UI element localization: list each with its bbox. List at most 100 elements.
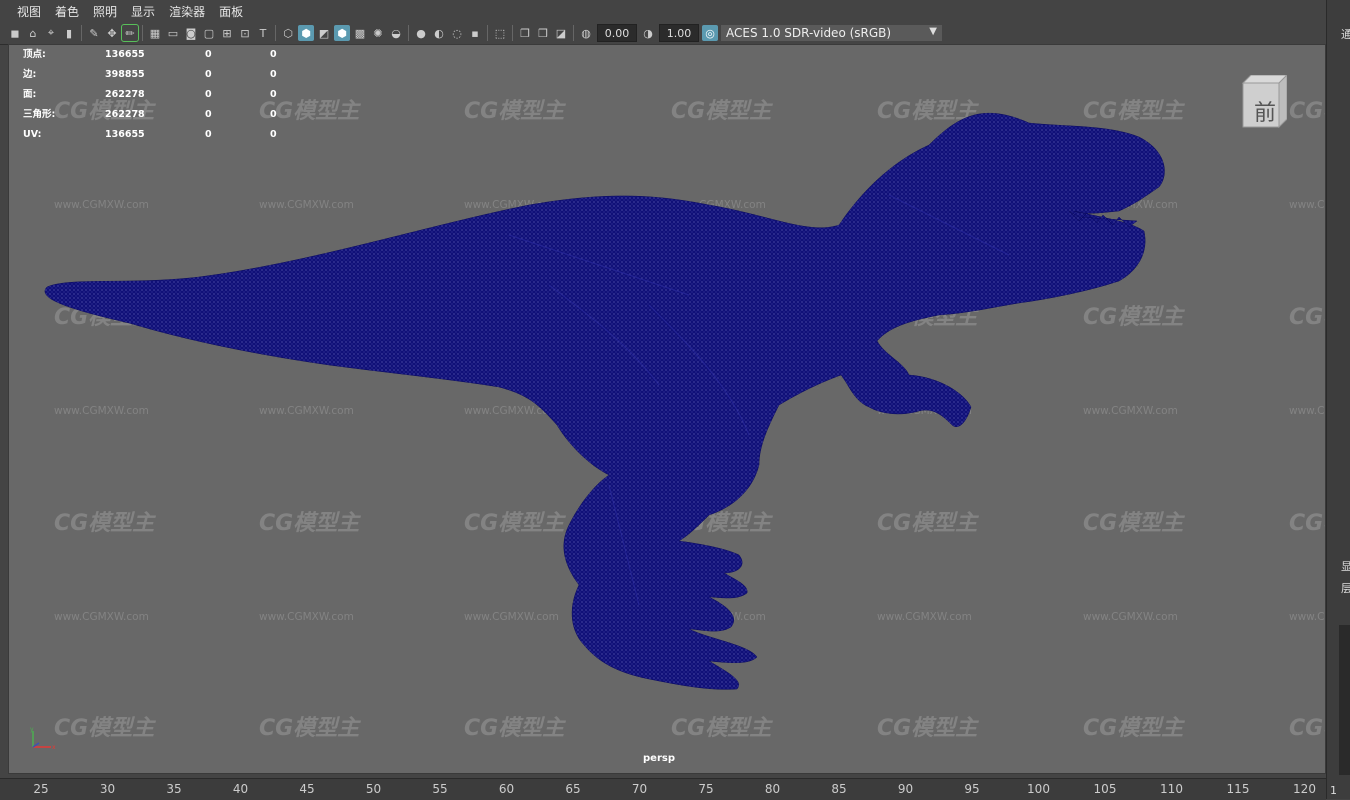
timeline-tick-label: 110 [1160,782,1183,796]
timeline-tick-label: 25 [33,782,49,796]
right-panel-glyph[interactable]: 通 [1341,26,1350,42]
toolbar-separator [142,25,143,41]
svg-text:x: x [52,744,56,751]
hud-value: 0 [270,69,277,80]
screen-space-ao-icon[interactable]: ● [413,25,429,41]
hud-label: 顶点: [23,49,46,60]
textured-icon[interactable]: ▩ [352,25,368,41]
timeline-tick-label: 65 [565,782,581,796]
right-side-panel: 通 显 层 [1326,0,1350,799]
hud-label: 边: [23,69,37,80]
shadows-icon[interactable]: ◒ [388,25,404,41]
timeline-tick-label: 105 [1093,782,1117,796]
safe-action-icon[interactable]: ⊡ [237,25,253,41]
timeline-tick-label: 75 [698,782,714,796]
wireframe-icon[interactable]: ⬡ [280,25,296,41]
pencil-icon[interactable]: ✏ [121,24,139,42]
timeline-tick-label: 70 [631,782,648,796]
hud-value: 262278 [105,89,145,100]
axis-gizmo: y x [30,726,56,751]
hud-value: 0 [270,89,277,100]
smooth-shade-icon[interactable]: ⬢ [298,25,314,41]
trex-mesh[interactable] [9,45,1325,773]
grease-pencil-icon[interactable]: ✎ [86,25,102,41]
hud-label: UV: [23,129,42,140]
view-cube-front-label: 前 [1253,101,1276,126]
xray-joints-icon[interactable]: ❒ [535,25,551,41]
timeline-tick-label: 80 [764,782,781,796]
depth-of-field-icon[interactable]: ▪ [467,25,483,41]
timeline-tick-label: 120 [1293,782,1316,796]
exposure-icon[interactable]: ◍ [578,25,594,41]
toolbar-separator [512,25,513,41]
menu-show[interactable]: 显示 [124,3,162,20]
field-chart-icon[interactable]: ⊞ [219,25,235,41]
camera-name-label: persp [643,753,675,764]
toolbar-separator [573,25,574,41]
timeline-corner-value: 1 [1330,784,1337,797]
panel-toolbar: ◼ ⌂ ⌖ ▮ ✎ ✥ ✏ ▦ ▭ ◙ ▢ ⊞ ⊡ T ⬡ ⬢ ◩ ⬢ ▩ ✺ … [0,22,1332,45]
timeline-tick-label: 55 [432,782,448,796]
menu-shading[interactable]: 着色 [48,3,86,20]
hud-value: 0 [205,69,212,80]
hud-value: 0 [205,129,212,140]
timeline-tick-label: 30 [99,782,116,796]
exposure-field[interactable]: 0.00 [597,24,637,42]
gamma-field[interactable]: 1.00 [659,24,699,42]
hud-value: 136655 [105,49,145,60]
right-panel-glyph[interactable]: 显 [1341,558,1350,574]
timeline-tick-label: 45 [299,782,315,796]
hud-label: 三角形: [23,109,56,120]
film-gate-icon[interactable]: ▭ [165,25,181,41]
hud-value: 262278 [105,109,145,120]
right-panel-glyph[interactable]: 层 [1341,580,1350,596]
toolbar-separator [275,25,276,41]
grid-icon[interactable]: ▦ [147,25,163,41]
motion-blur-icon[interactable]: ◐ [431,25,447,41]
safe-title-icon[interactable]: T [255,25,271,41]
camera-attributes-icon[interactable]: ⌂ [25,25,41,41]
toolbar-separator [408,25,409,41]
timeline-tick-label: 90 [897,782,914,796]
menu-lighting[interactable]: 照明 [86,3,124,20]
isolate-select-icon[interactable]: ⬚ [492,25,508,41]
xray-components-icon[interactable]: ◪ [553,25,569,41]
image-plane-icon[interactable]: ▮ [61,25,77,41]
hud-value: 136655 [105,129,145,140]
resolution-gate-icon[interactable]: ◙ [183,25,199,41]
color-management-icon[interactable]: ◎ [702,25,718,41]
view-transform-dropdown[interactable]: ACES 1.0 SDR-video (sRGB) ▼ [721,25,942,41]
gate-mask-icon[interactable]: ▢ [201,25,217,41]
timeline-tick-label: 60 [498,782,515,796]
toolbar-separator [487,25,488,41]
timeline-tick-label: 35 [166,782,182,796]
anti-aliasing-icon[interactable]: ◌ [449,25,465,41]
timeline-tick-label: 115 [1226,782,1250,796]
hud-value: 0 [270,129,277,140]
menu-panels[interactable]: 面板 [212,3,250,20]
menu-renderer[interactable]: 渲染器 [162,3,212,20]
hud-value: 0 [205,109,212,120]
timeline-tick-label: 85 [831,782,847,796]
right-panel-scrollbar[interactable] [1339,625,1350,775]
timeline-tick-label: 95 [964,782,980,796]
hud-label: 面: [23,89,37,100]
default-material-icon[interactable]: ◩ [316,25,332,41]
time-slider[interactable]: 25 30 35 40 45 50 55 60 65 70 75 80 85 90 95 100 105 110 1… [0,778,1326,800]
camera-select-icon[interactable]: ◼ [7,25,23,41]
gamma-icon[interactable]: ◑ [640,25,656,41]
menu-bar: 视图 着色 照明 显示 渲染器 面板 [0,0,1336,22]
menu-view[interactable]: 视图 [10,3,48,20]
xray-icon[interactable]: ❐ [517,25,533,41]
view-transform-value: ACES 1.0 SDR-video (sRGB) [726,26,892,40]
viewport-3d[interactable]: CG模型主CG模型主CG模型主CG模型主CG模型主CG模型主CG模型主CG模型主… [8,44,1326,774]
2d-pan-zoom-icon[interactable]: ✥ [104,25,120,41]
wireframe-on-shaded-icon[interactable]: ⬢ [334,25,350,41]
trex-body [44,112,1165,690]
bookmark-icon[interactable]: ⌖ [43,25,59,41]
timeline-tick-label: 50 [365,782,382,796]
hud-value: 0 [205,89,212,100]
hud-value: 398855 [105,69,145,80]
use-all-lights-icon[interactable]: ✺ [370,25,386,41]
hud-value: 0 [270,49,277,60]
